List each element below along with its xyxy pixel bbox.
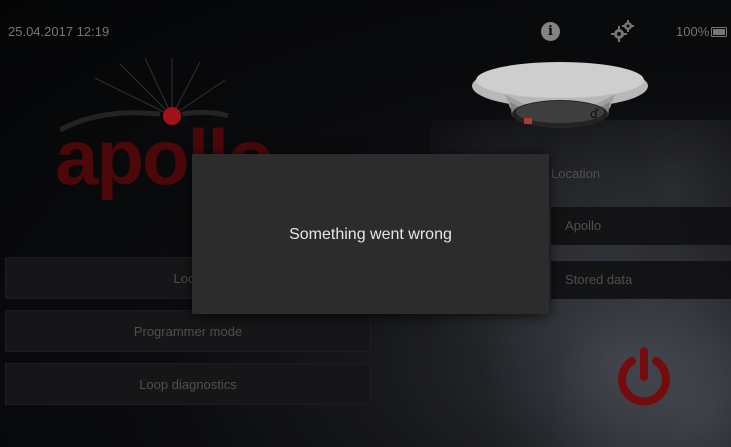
app-screen: ď apollo 25.04.2017 12:19 i 100% Loop Pr… <box>0 0 731 447</box>
error-dialog[interactable]: Something went wrong <box>192 154 549 314</box>
error-message: Something went wrong <box>289 226 452 243</box>
